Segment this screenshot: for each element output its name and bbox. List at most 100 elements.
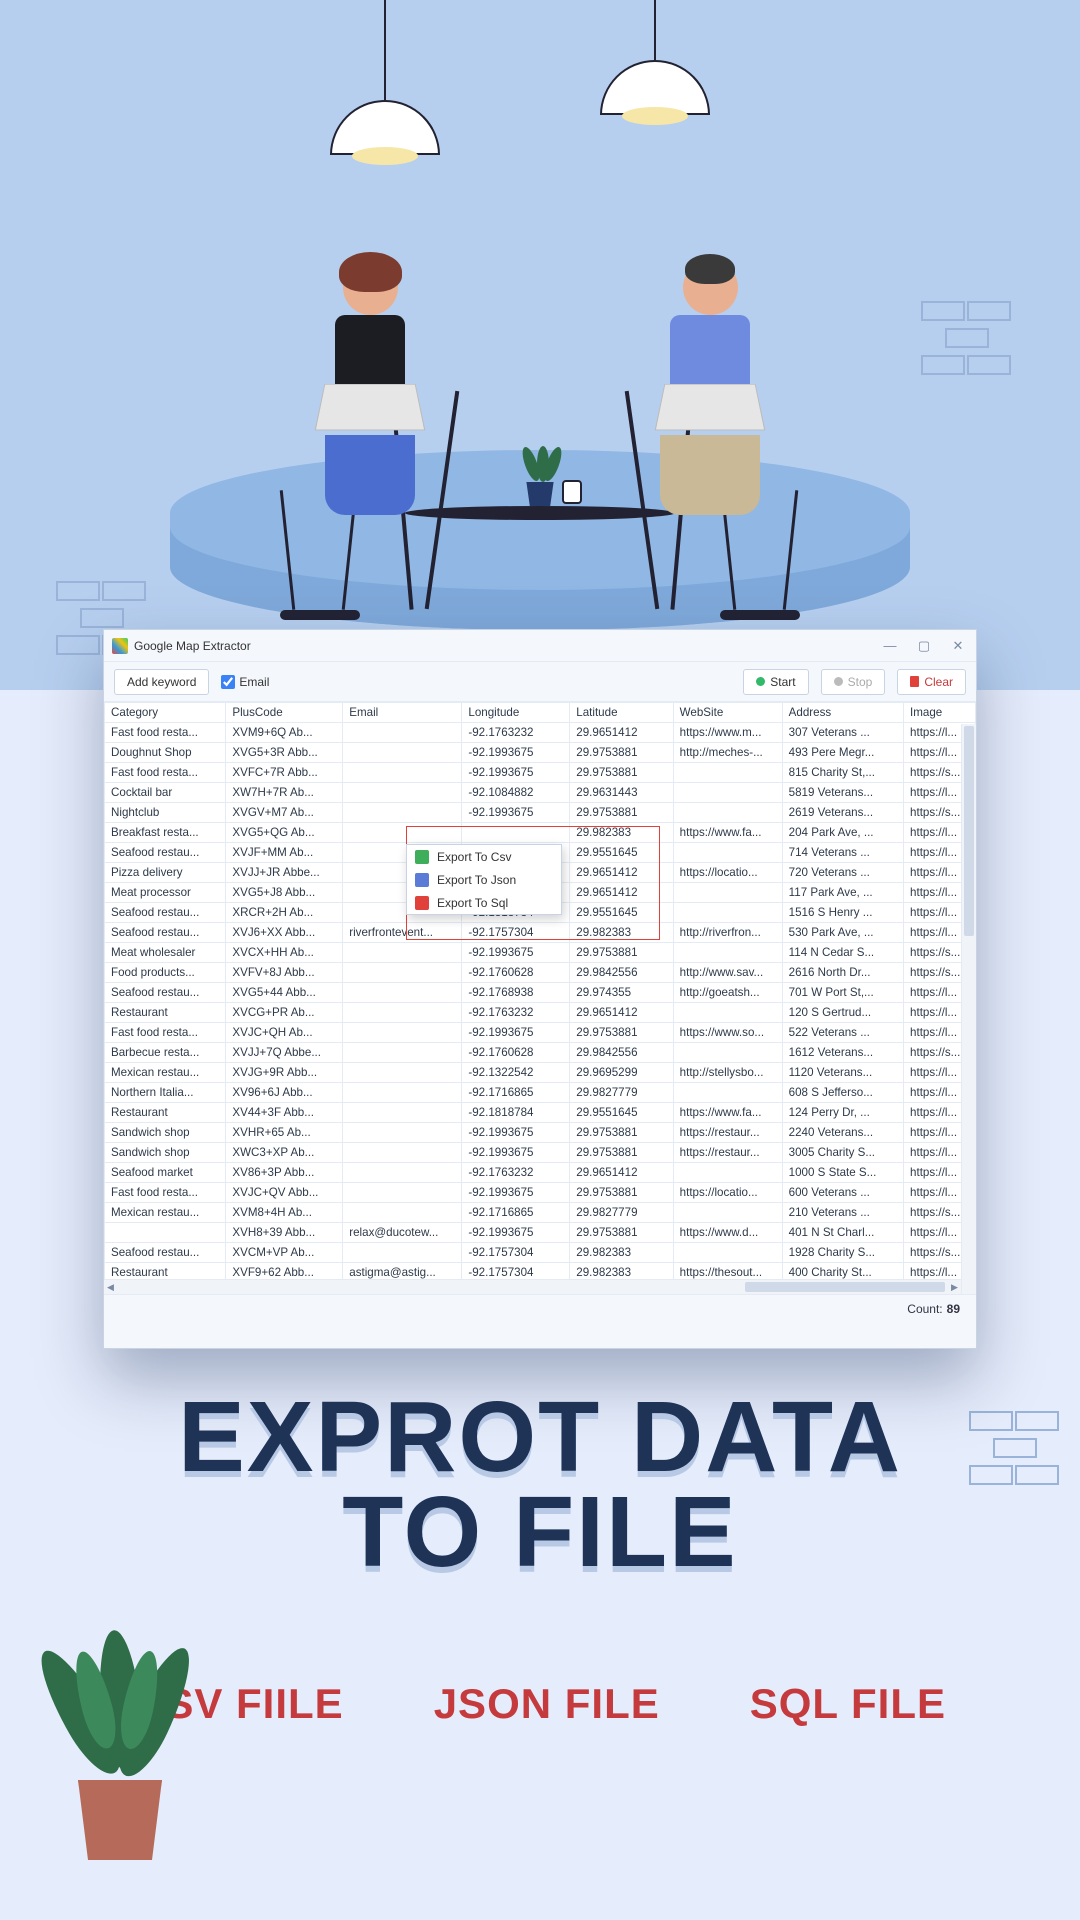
table-cell[interactable]: -92.1993675: [462, 1223, 570, 1243]
table-cell[interactable]: 29.9753881: [570, 803, 673, 823]
table-cell[interactable]: 29.9695299: [570, 1063, 673, 1083]
table-cell[interactable]: https://www.d...: [673, 1223, 782, 1243]
table-cell[interactable]: Mexican restau...: [105, 1203, 226, 1223]
table-cell[interactable]: -92.1084882: [462, 783, 570, 803]
table-cell[interactable]: 600 Veterans ...: [782, 1183, 903, 1203]
table-cell[interactable]: Northern Italia...: [105, 1083, 226, 1103]
table-cell[interactable]: [343, 1063, 462, 1083]
table-cell[interactable]: [673, 783, 782, 803]
table-cell[interactable]: 2619 Veterans...: [782, 803, 903, 823]
table-cell[interactable]: XV44+3F Abb...: [226, 1103, 343, 1123]
table-cell[interactable]: 3005 Charity S...: [782, 1143, 903, 1163]
table-row[interactable]: Sandwich shopXWC3+XP Ab...-92.199367529.…: [105, 1143, 976, 1163]
table-cell[interactable]: 124 Perry Dr, ...: [782, 1103, 903, 1123]
table-cell[interactable]: [343, 823, 462, 843]
table-cell[interactable]: XVG5+J8 Abb...: [226, 883, 343, 903]
table-cell[interactable]: [673, 1243, 782, 1263]
table-cell[interactable]: Barbecue resta...: [105, 1043, 226, 1063]
table-row[interactable]: Seafood marketXV86+3P Abb...-92.17632322…: [105, 1163, 976, 1183]
table-cell[interactable]: Seafood restau...: [105, 843, 226, 863]
table-cell[interactable]: XVJJ+7Q Abbe...: [226, 1043, 343, 1063]
column-header[interactable]: Email: [343, 703, 462, 723]
table-cell[interactable]: [343, 1203, 462, 1223]
table-cell[interactable]: -92.1993675: [462, 743, 570, 763]
table-cell[interactable]: https://locatio...: [673, 1183, 782, 1203]
start-button[interactable]: Start: [743, 669, 808, 695]
table-cell[interactable]: XVG5+44 Abb...: [226, 983, 343, 1003]
add-keyword-button[interactable]: Add keyword: [114, 669, 209, 695]
table-cell[interactable]: Restaurant: [105, 1003, 226, 1023]
table-cell[interactable]: riverfrontevent...: [343, 923, 462, 943]
table-cell[interactable]: 120 S Gertrud...: [782, 1003, 903, 1023]
horizontal-scroll-thumb[interactable]: [745, 1282, 945, 1292]
table-cell[interactable]: Fast food resta...: [105, 1183, 226, 1203]
table-cell[interactable]: XVG5+3R Abb...: [226, 743, 343, 763]
table-cell[interactable]: XVJC+QH Ab...: [226, 1023, 343, 1043]
table-cell[interactable]: 29.9651412: [570, 863, 673, 883]
table-cell[interactable]: XVJ6+XX Abb...: [226, 923, 343, 943]
table-cell[interactable]: [343, 1123, 462, 1143]
table-cell[interactable]: XVFV+8J Abb...: [226, 963, 343, 983]
table-cell[interactable]: 522 Veterans ...: [782, 1023, 903, 1043]
table-cell[interactable]: [673, 1083, 782, 1103]
table-cell[interactable]: https://www.so...: [673, 1023, 782, 1043]
table-cell[interactable]: 714 Veterans ...: [782, 843, 903, 863]
table-cell[interactable]: 29.982383: [570, 923, 673, 943]
scroll-right-arrow[interactable]: ▶: [948, 1282, 961, 1292]
table-row[interactable]: Fast food resta...XVJC+QV Abb...-92.1993…: [105, 1183, 976, 1203]
table-cell[interactable]: 29.982383: [570, 1243, 673, 1263]
table-cell[interactable]: XVHR+65 Ab...: [226, 1123, 343, 1143]
table-cell[interactable]: -92.1993675: [462, 763, 570, 783]
export-json-menuitem[interactable]: Export To Json: [407, 868, 561, 891]
vertical-scrollbar[interactable]: ▲ ▼: [961, 724, 976, 1322]
clear-button[interactable]: Clear: [897, 669, 966, 695]
table-cell[interactable]: [673, 1163, 782, 1183]
table-cell[interactable]: XVM8+4H Ab...: [226, 1203, 343, 1223]
table-row[interactable]: Seafood restau...XVJ6+XX Abb...riverfron…: [105, 923, 976, 943]
table-row[interactable]: RestaurantXVCG+PR Ab...-92.176323229.965…: [105, 1003, 976, 1023]
table-cell[interactable]: Breakfast resta...: [105, 823, 226, 843]
table-cell[interactable]: https://locatio...: [673, 863, 782, 883]
table-cell[interactable]: 29.9631443: [570, 783, 673, 803]
table-cell[interactable]: 401 N St Charl...: [782, 1223, 903, 1243]
table-cell[interactable]: XVCG+PR Ab...: [226, 1003, 343, 1023]
table-cell[interactable]: 815 Charity St,...: [782, 763, 903, 783]
table-cell[interactable]: [343, 1143, 462, 1163]
table-cell[interactable]: Fast food resta...: [105, 1023, 226, 1043]
table-cell[interactable]: 114 N Cedar S...: [782, 943, 903, 963]
table-cell[interactable]: https://www.fa...: [673, 823, 782, 843]
table-cell[interactable]: https://www.fa...: [673, 1103, 782, 1123]
table-row[interactable]: Fast food resta...XVM9+6Q Ab...-92.17632…: [105, 723, 976, 743]
table-cell[interactable]: [673, 883, 782, 903]
table-row[interactable]: Seafood restau...XVG5+44 Abb...-92.17689…: [105, 983, 976, 1003]
table-cell[interactable]: -92.1763232: [462, 1003, 570, 1023]
table-cell[interactable]: [343, 803, 462, 823]
table-cell[interactable]: 1612 Veterans...: [782, 1043, 903, 1063]
table-cell[interactable]: 29.974355: [570, 983, 673, 1003]
table-row[interactable]: Mexican restau...XVJG+9R Abb...-92.13225…: [105, 1063, 976, 1083]
table-row[interactable]: Food products...XVFV+8J Abb...-92.176062…: [105, 963, 976, 983]
table-cell[interactable]: XVJJ+JR Abbe...: [226, 863, 343, 883]
table-cell[interactable]: -92.1716865: [462, 1203, 570, 1223]
title-bar[interactable]: Google Map Extractor ― ▢ ✕: [104, 630, 976, 662]
table-cell[interactable]: -92.1993675: [462, 803, 570, 823]
table-row[interactable]: NightclubXVGV+M7 Ab...-92.199367529.9753…: [105, 803, 976, 823]
table-cell[interactable]: [343, 1083, 462, 1103]
table-row[interactable]: Cocktail barXW7H+7R Ab...-92.108488229.9…: [105, 783, 976, 803]
table-cell[interactable]: -92.1763232: [462, 1163, 570, 1183]
column-header[interactable]: Category: [105, 703, 226, 723]
table-cell[interactable]: 29.9651412: [570, 723, 673, 743]
table-row[interactable]: Fast food resta...XVJC+QH Ab...-92.19936…: [105, 1023, 976, 1043]
table-cell[interactable]: 29.9753881: [570, 743, 673, 763]
column-header[interactable]: Image: [904, 703, 976, 723]
column-header[interactable]: Longitude: [462, 703, 570, 723]
table-cell[interactable]: 29.9551645: [570, 1103, 673, 1123]
table-cell[interactable]: 29.9827779: [570, 1203, 673, 1223]
table-cell[interactable]: [673, 763, 782, 783]
table-cell[interactable]: XRCR+2H Ab...: [226, 903, 343, 923]
table-cell[interactable]: XWC3+XP Ab...: [226, 1143, 343, 1163]
table-cell[interactable]: XVCM+VP Ab...: [226, 1243, 343, 1263]
table-cell[interactable]: -92.1818784: [462, 1103, 570, 1123]
table-cell[interactable]: http://www.sav...: [673, 963, 782, 983]
table-cell[interactable]: https://www.m...: [673, 723, 782, 743]
